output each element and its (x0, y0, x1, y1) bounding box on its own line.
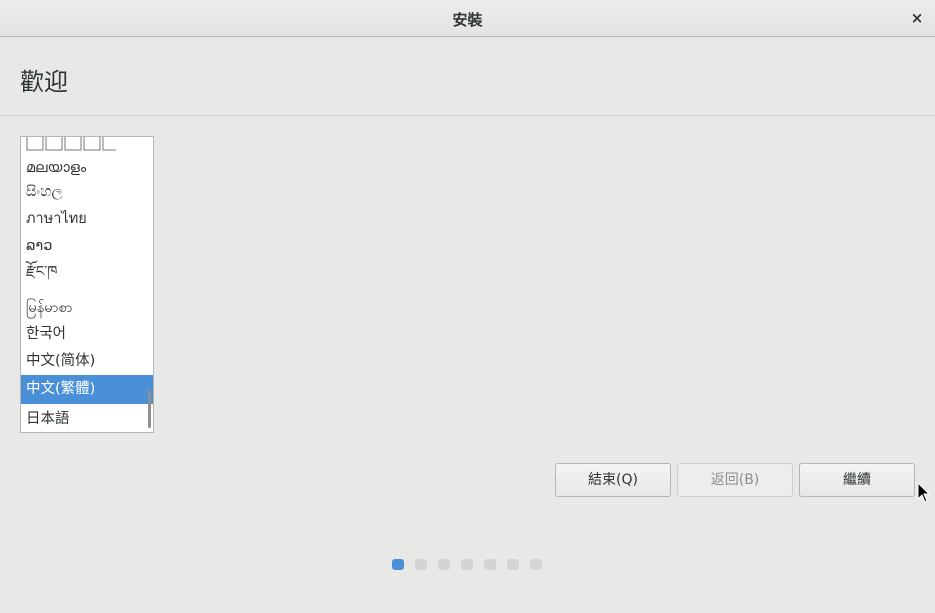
list-item[interactable]: རྫོང་ཁ (21, 258, 153, 286)
list-item[interactable]: 日本語 (21, 405, 153, 432)
progress-dot (461, 559, 473, 570)
list-item[interactable]: 中文(简体) (21, 347, 153, 375)
progress-dot (530, 559, 542, 570)
window-title: 安裝 (452, 11, 483, 29)
back-button[interactable]: 返回(B) (677, 463, 793, 497)
progress-dot (484, 559, 496, 570)
header-divider (0, 115, 935, 116)
list-scrollbar[interactable] (148, 390, 151, 428)
progress-dot (415, 559, 427, 570)
mouse-pointer-icon (917, 482, 931, 503)
list-item[interactable]: ລາວ (21, 232, 153, 260)
list-item[interactable]: 한국어 (21, 320, 153, 348)
list-item-glyphs[interactable] (21, 137, 153, 153)
language-list[interactable]: മലയാളം සිංහල ภาษาไทย ລາວ རྫོང་ཁ မြန်မာစာ… (20, 136, 154, 433)
progress-dot (438, 559, 450, 570)
list-item[interactable]: ภาษาไทย (21, 205, 153, 233)
quit-button[interactable]: 結束(Q) (555, 463, 671, 497)
progress-dot-active (392, 559, 404, 570)
continue-button[interactable]: 繼續 (799, 463, 915, 497)
progress-dot (507, 559, 519, 570)
close-icon[interactable]: × (909, 8, 925, 28)
window-titlebar: 安裝 × (0, 0, 935, 37)
missing-glyph-icons (26, 137, 120, 151)
list-item[interactable]: සිංහල (21, 178, 153, 206)
list-item[interactable]: မြန်မာစာ (21, 294, 153, 322)
page-title: 歡迎 (20, 68, 68, 96)
list-item-selected[interactable]: 中文(繁體) (21, 375, 153, 404)
